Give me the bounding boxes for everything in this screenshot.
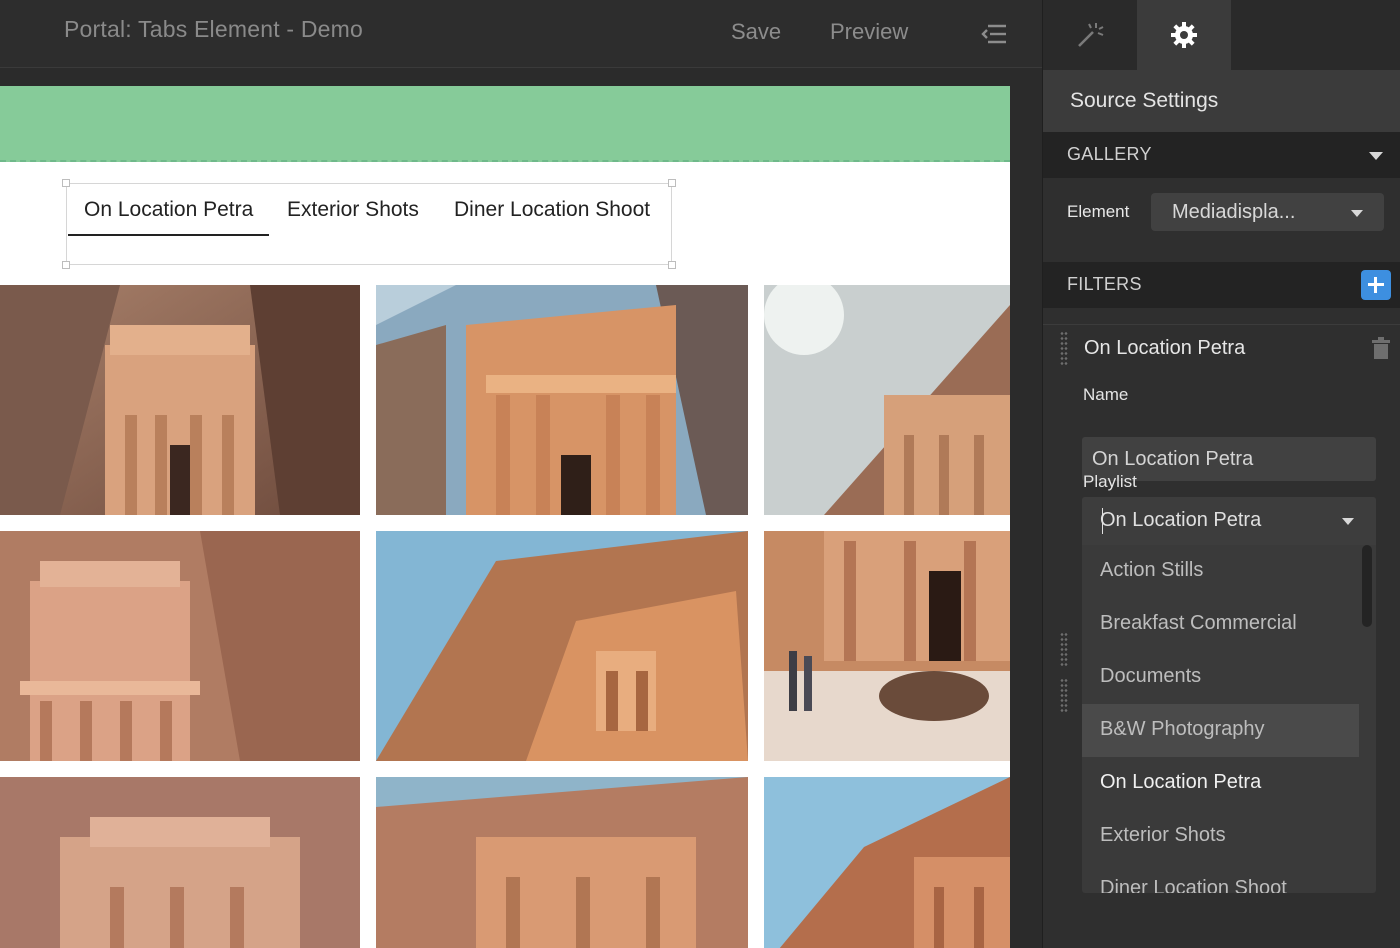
resize-handle[interactable] <box>62 179 70 187</box>
drag-handle-icon[interactable] <box>1060 678 1068 712</box>
resize-handle[interactable] <box>62 261 70 269</box>
panel-tabs <box>1043 0 1400 70</box>
gallery-photo[interactable] <box>0 531 360 761</box>
playlist-option[interactable]: Action Stills <box>1082 545 1359 598</box>
playlist-current-value[interactable]: On Location Petra <box>1082 497 1376 545</box>
playlist-label: Playlist <box>1083 472 1137 491</box>
caret-down-icon <box>1351 210 1363 217</box>
gallery-photo[interactable] <box>764 285 1010 515</box>
green-banner[interactable] <box>0 86 1010 162</box>
filters-section-label: FILTERS <box>1067 274 1142 294</box>
element-select[interactable]: Mediadispla... <box>1151 193 1384 231</box>
playlist-option-hovered[interactable]: B&W Photography <box>1082 704 1359 757</box>
gallery-section-label: GALLERY <box>1067 144 1152 164</box>
save-button[interactable]: Save <box>731 19 781 45</box>
drag-handle-icon[interactable] <box>1060 331 1068 365</box>
dropdown-scrollbar[interactable] <box>1361 545 1373 891</box>
text-cursor <box>1102 508 1103 534</box>
gear-icon[interactable] <box>1137 0 1231 70</box>
element-select-value: Mediadispla... <box>1172 201 1296 223</box>
source-settings-title: Source Settings <box>1070 89 1219 112</box>
filters-section-header: FILTERS <box>1043 262 1400 308</box>
tabs-element[interactable]: On Location Petra Exterior Shots Diner L… <box>62 179 676 269</box>
playlist-dropdown[interactable]: On Location Petra Action Stills Breakfas… <box>1082 497 1376 893</box>
preview-button[interactable]: Preview <box>830 19 908 45</box>
tab-on-location-petra[interactable]: On Location Petra <box>67 198 270 236</box>
magic-wand-icon[interactable] <box>1043 0 1137 70</box>
gallery-photo[interactable] <box>764 531 1010 761</box>
gallery-photo[interactable] <box>0 285 360 515</box>
gallery-photo[interactable] <box>764 777 1010 948</box>
gallery-section-header[interactable]: GALLERY <box>1043 132 1400 178</box>
playlist-option[interactable]: Breakfast Commercial <box>1082 598 1359 651</box>
trash-icon[interactable] <box>1371 337 1391 359</box>
tab-exterior-shots[interactable]: Exterior Shots <box>287 198 419 222</box>
collapse-panel-icon[interactable] <box>980 20 1008 48</box>
playlist-option[interactable]: Documents <box>1082 651 1359 704</box>
caret-down-icon[interactable] <box>1342 518 1354 525</box>
resize-handle[interactable] <box>668 179 676 187</box>
source-settings-header: Source Settings <box>1043 70 1400 132</box>
editor-canvas: On Location Petra Exterior Shots Diner L… <box>0 69 1042 948</box>
gallery-photo[interactable] <box>376 531 748 761</box>
playlist-option[interactable]: Diner Location Shoot <box>1082 863 1359 893</box>
caret-down-icon[interactable] <box>1369 152 1383 160</box>
name-label: Name <box>1083 385 1129 404</box>
settings-panel: Source Settings GALLERY Element Mediadis… <box>1042 0 1400 948</box>
gallery-photo[interactable] <box>376 285 748 515</box>
page-preview: On Location Petra Exterior Shots Diner L… <box>0 86 1010 948</box>
add-filter-button[interactable] <box>1361 270 1391 300</box>
page-title: Portal: Tabs Element - Demo <box>64 16 363 42</box>
filter-title: On Location Petra <box>1084 337 1246 359</box>
scrollbar-thumb[interactable] <box>1362 545 1372 627</box>
element-label: Element <box>1067 202 1130 221</box>
tab-diner-location-shoot[interactable]: Diner Location Shoot <box>454 198 650 222</box>
playlist-option-selected[interactable]: On Location Petra <box>1082 757 1359 810</box>
app-root: Portal: Tabs Element - Demo Save Preview… <box>0 0 1400 948</box>
gallery-photo[interactable] <box>376 777 748 948</box>
playlist-current-label: On Location Petra <box>1100 509 1262 531</box>
resize-handle[interactable] <box>668 261 676 269</box>
playlist-option[interactable]: Exterior Shots <box>1082 810 1359 863</box>
top-bar: Portal: Tabs Element - Demo Save Preview <box>0 0 1042 68</box>
drag-handle-icon[interactable] <box>1060 632 1068 666</box>
gallery-photo[interactable] <box>0 777 360 948</box>
